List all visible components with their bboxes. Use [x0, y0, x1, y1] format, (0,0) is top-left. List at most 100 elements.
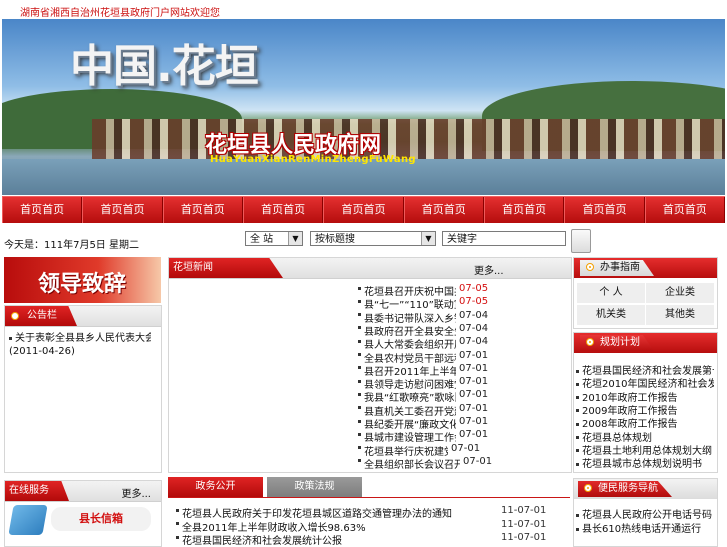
tab-policy-regulations[interactable]: 政策法规 — [267, 477, 362, 497]
bullet-icon — [9, 336, 12, 340]
lower-news-date: 11-07-01 — [501, 518, 547, 530]
guide-panel: 办事指南 个 人 企业类 机关类 其他类 — [573, 257, 718, 329]
bullet-icon — [176, 535, 179, 539]
plan-tab-label: 规划计划 — [600, 337, 640, 348]
news-item-date: 07-01 — [459, 402, 489, 414]
banner-town — [92, 119, 725, 159]
notice-icon — [11, 312, 19, 320]
news-item-date: 07-01 — [459, 389, 489, 401]
nav-item-5[interactable]: 首页首页 — [323, 197, 404, 223]
bullet-icon — [176, 508, 179, 512]
guide-other[interactable]: 其他类 — [646, 305, 714, 325]
news-panel-head: 花垣新闻 更多... — [169, 258, 571, 279]
bullet-icon — [358, 419, 361, 423]
nav-item-2[interactable]: 首页首页 — [82, 197, 163, 223]
banner-title: 中国.花垣 — [70, 41, 259, 92]
service-item[interactable]: 县长610热线电话开通运行 — [576, 520, 714, 535]
news-item-date: 07-05 — [459, 296, 489, 308]
bullet-icon — [576, 449, 579, 453]
tab-government-affairs[interactable]: 政务公开 — [168, 477, 263, 497]
bullet-icon — [358, 392, 361, 396]
date-text: 今天是：111年7月5日 星期二 — [4, 240, 139, 251]
news-item-date: 07-04 — [459, 336, 489, 348]
bullet-icon — [576, 382, 579, 386]
scope-select-value: 全 站 — [250, 234, 274, 245]
guide-individual[interactable]: 个 人 — [577, 283, 645, 303]
bullet-icon — [358, 299, 361, 303]
bullet-icon — [358, 459, 361, 463]
bullet-icon — [176, 522, 179, 525]
bullet-icon — [576, 513, 579, 517]
service-item[interactable]: 花垣县人民政府公开电话号码 — [576, 506, 714, 521]
news-item[interactable]: 全县组织部长会议召开建党90...07-01 — [358, 456, 492, 471]
guide-head: 办事指南 — [574, 258, 717, 278]
online-service-head: 在线服务 更多... — [5, 481, 161, 502]
bullet-icon — [358, 366, 361, 370]
service-icon — [584, 484, 592, 492]
bullet-icon — [576, 527, 579, 531]
nav-item-4[interactable]: 首页首页 — [242, 197, 324, 223]
search-type-select[interactable]: 按标题搜 ▼ — [310, 231, 436, 246]
news-item-date: 07-05 — [459, 283, 489, 294]
bullet-icon — [358, 286, 361, 290]
online-service-tab[interactable]: 在线服务 — [5, 481, 69, 501]
news-tab[interactable]: 花垣新闻 — [169, 258, 283, 278]
news-item-title: 全县组织部长会议召开建党90... — [364, 459, 460, 471]
search-type-select-value: 按标题搜 — [315, 234, 355, 245]
news-item-date: 07-01 — [459, 349, 489, 361]
chevron-down-icon: ▼ — [421, 232, 435, 245]
guide-enterprise[interactable]: 企业类 — [646, 283, 714, 303]
news-item-date: 07-01 — [459, 429, 489, 441]
bullet-icon — [576, 436, 579, 439]
online-service-panel: 在线服务 更多... 县长信箱 — [4, 480, 162, 547]
bullet-icon — [358, 313, 361, 317]
nav-item-9[interactable]: 首页首页 — [644, 197, 725, 223]
bullet-icon — [358, 446, 361, 450]
bullet-icon — [358, 353, 361, 356]
bullet-icon — [576, 422, 579, 426]
news-item-date: 07-01 — [459, 362, 489, 374]
bullet-icon — [576, 369, 579, 373]
news-item-date: 07-01 — [451, 442, 481, 454]
online-service-more-link[interactable]: 更多... — [121, 485, 151, 500]
notice-item[interactable]: 关于表彰全县县乡人民代表大会2011年“六五”普法工作先进集体和先进个人的决定 … — [9, 332, 157, 358]
news-more-link[interactable]: 更多... — [474, 262, 504, 277]
mayor-mailbox-button[interactable]: 县长信箱 — [51, 507, 151, 531]
plan-item-title: 花垣县城市总体规划说明书 — [582, 459, 702, 471]
bullet-icon — [358, 379, 361, 383]
bullet-icon — [576, 462, 579, 466]
search-button[interactable] — [571, 229, 591, 253]
nav-item-3[interactable]: 首页首页 — [162, 197, 243, 223]
plan-item[interactable]: 花垣县城市总体规划说明书 — [576, 455, 714, 470]
notice-item-text: 关于表彰全县县乡人民代表大会2011年“六五”普法工作先进集体和先进个人的决定 — [15, 333, 151, 344]
notice-tab-label: 公告栏 — [27, 310, 57, 321]
notice-tab[interactable]: 公告栏 — [5, 306, 77, 326]
guide-organ[interactable]: 机关类 — [577, 305, 645, 325]
lower-news-date: 11-07-01 — [501, 532, 547, 543]
welcome-text: 湖南省湘西自治州花垣县政府门户网站欢迎您 — [20, 8, 220, 19]
notice-item-date: (2011-04-26) — [9, 346, 75, 357]
scope-select[interactable]: 全 站 ▼ — [245, 231, 303, 246]
leader-speech-banner[interactable]: 领导致辞 — [4, 257, 161, 303]
nav-item-7[interactable]: 首页首页 — [483, 197, 565, 223]
nav-item-1[interactable]: 首页首页 — [2, 197, 83, 223]
main-nav: 首页首页 首页首页 首页首页 首页首页 首页首页 首页首页 首页首页 首页首页 … — [2, 196, 725, 223]
chevron-down-icon: ▼ — [288, 232, 302, 245]
nav-item-8[interactable]: 首页首页 — [564, 197, 645, 223]
guide-tab[interactable]: 办事指南 — [580, 260, 654, 276]
news-item-date: 07-04 — [459, 322, 489, 334]
bullet-icon — [358, 406, 361, 410]
site-pinyin: HuaYuanXianRenMinZhengFuWang — [210, 154, 416, 165]
news-item-date: 07-01 — [459, 376, 489, 388]
search-input[interactable]: 关键字 — [442, 231, 566, 246]
nav-item-6[interactable]: 首页首页 — [403, 197, 484, 223]
service-item-title: 县长610热线电话开通运行 — [582, 524, 702, 535]
notice-panel-head: 公告栏 — [5, 306, 161, 327]
bullet-icon — [358, 432, 361, 436]
service-tab[interactable]: 便民服务导航 — [578, 481, 672, 497]
news-item-date: 07-01 — [459, 416, 489, 427]
service-tab-label: 便民服务导航 — [598, 483, 658, 494]
news-item-date: 07-01 — [463, 455, 493, 467]
plan-tab[interactable]: 规划计划 — [580, 335, 654, 351]
bullet-icon — [358, 326, 361, 330]
